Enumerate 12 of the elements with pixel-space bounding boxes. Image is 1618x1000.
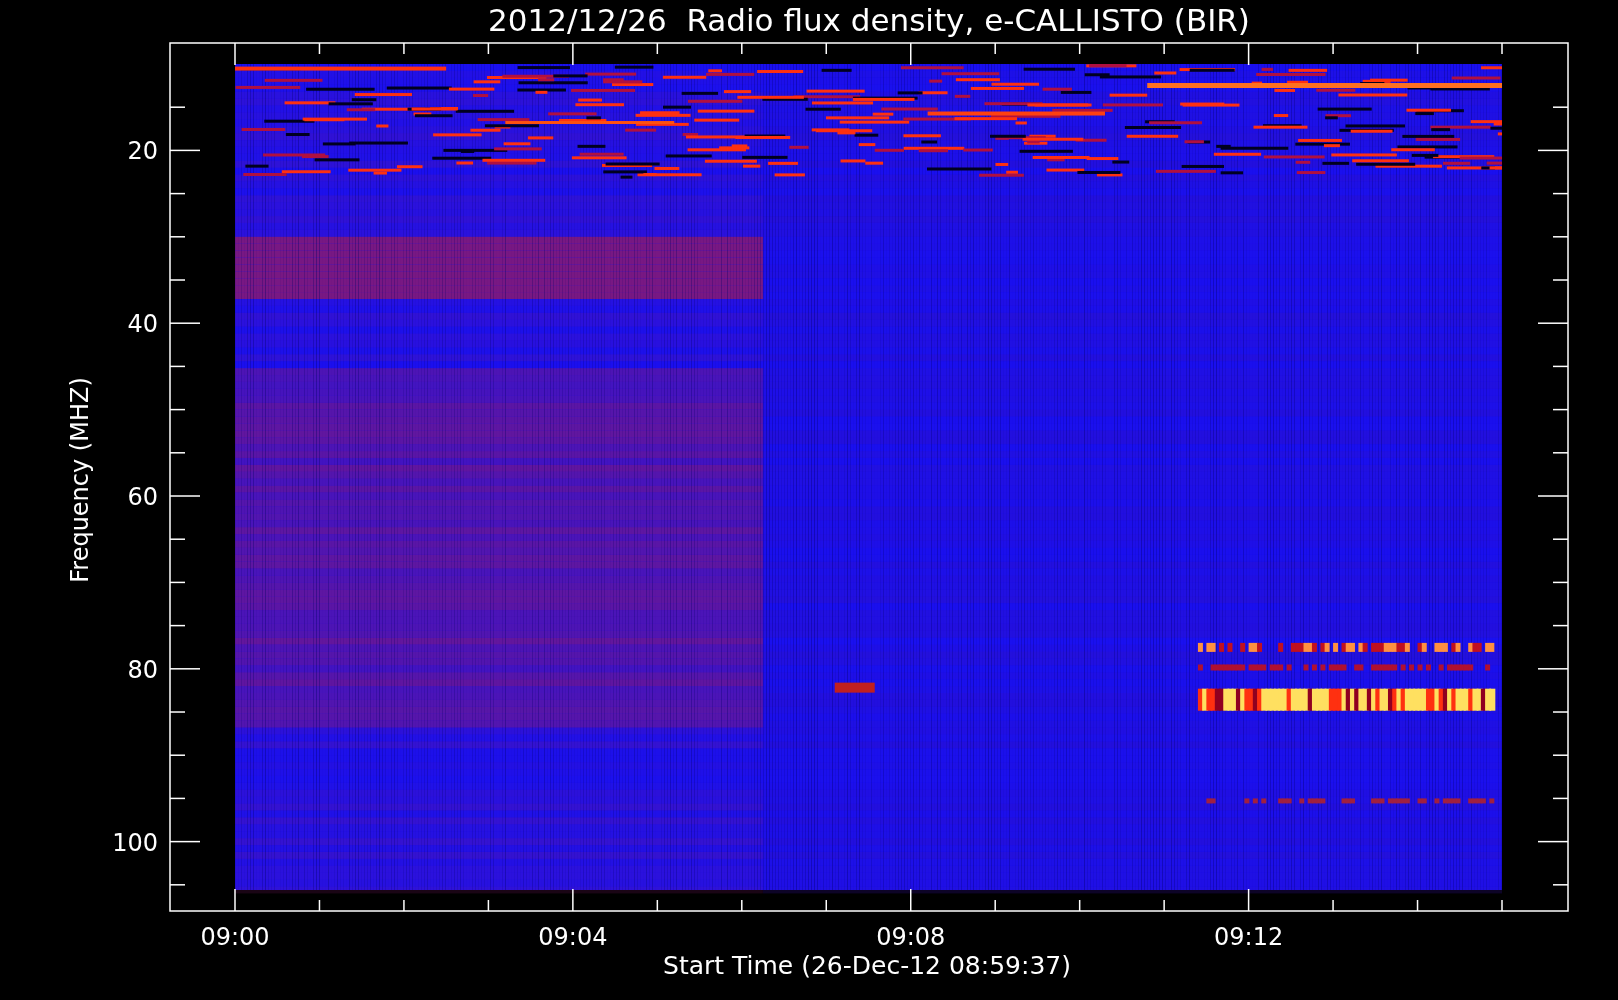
y-tick-label: 60 [127,483,158,511]
chart-title: 2012/12/26 Radio flux density, e-CALLISTO (BIR) [488,2,1250,38]
y-tick-label: 40 [127,310,158,339]
x-axis-label: Start Time (26-Dec-12 08:59:37) [663,951,1071,980]
y-tick-label: 20 [127,137,158,166]
y-tick-label: 80 [127,655,158,684]
y-tick-label: 100 [112,828,158,857]
x-tick-label: 09:08 [876,923,946,951]
x-tick-label: 09:00 [200,923,270,951]
x-tick-label: 09:12 [1214,923,1284,951]
y-axis-label: Frequency (MHZ) [66,377,94,583]
x-tick-label: 09:04 [538,923,608,951]
